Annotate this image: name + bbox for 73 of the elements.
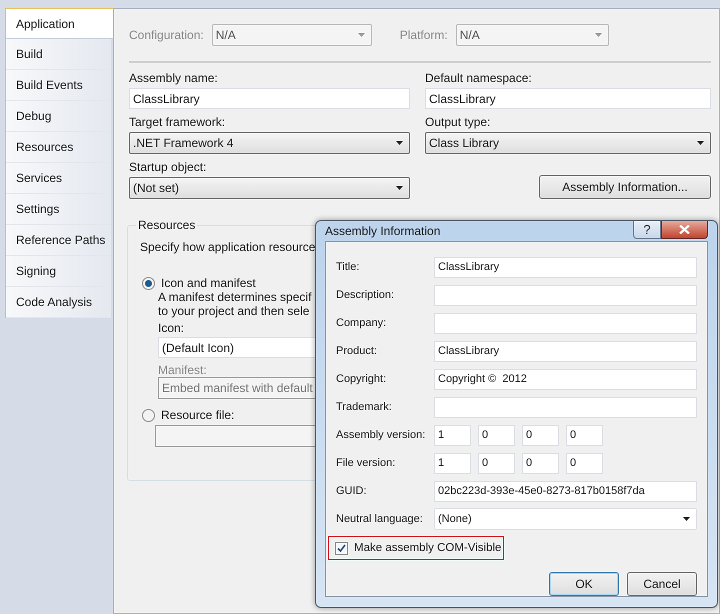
- dialog-button[interactable]: Cancel: [627, 572, 697, 596]
- field-label: Default namespace:: [425, 71, 533, 85]
- field-label: Trademark:: [336, 401, 393, 413]
- text-field[interactable]: ClassLibrary: [434, 340, 697, 362]
- sidebar-tab[interactable]: Reference Paths: [6, 225, 111, 256]
- close-button[interactable]: [661, 221, 708, 239]
- checkbox-label: Make assembly COM-Visible: [354, 542, 502, 554]
- field-label: Assembly name:: [129, 71, 219, 85]
- dropdown-caret-icon: [697, 141, 704, 145]
- text-field[interactable]: 02bc223d-393e-45e0-8273-817b0158f7da: [434, 480, 697, 502]
- text-field[interactable]: [434, 396, 697, 418]
- sidebar-tab[interactable]: Debug: [6, 101, 111, 132]
- dropdown[interactable]: .NET Framework 4: [129, 132, 410, 154]
- sidebar-tab[interactable]: Build Events: [6, 70, 111, 101]
- text-field[interactable]: ClassLibrary: [129, 88, 410, 109]
- checkbox[interactable]: [335, 542, 348, 554]
- version-field[interactable]: 0: [566, 452, 603, 474]
- close-icon: [679, 225, 690, 234]
- text-field[interactable]: [434, 312, 697, 334]
- dropdown-caret-icon: [396, 186, 403, 190]
- dropdown-caret-icon: [396, 141, 403, 145]
- text-field[interactable]: Copyright © 2012: [434, 368, 697, 390]
- field-label: Description:: [336, 289, 396, 301]
- field-label: Title:: [336, 261, 360, 273]
- platform-label: Platform:: [400, 28, 448, 42]
- manifest-label: Manifest:: [158, 363, 207, 377]
- version-field[interactable]: 0: [522, 424, 559, 446]
- version-field[interactable]: 0: [478, 424, 515, 446]
- version-field[interactable]: 1: [434, 452, 471, 474]
- text-field[interactable]: [434, 284, 697, 306]
- radio-label: Resource file:: [161, 408, 234, 422]
- field-label: Assembly version:: [336, 429, 426, 441]
- text-field[interactable]: ClassLibrary: [425, 88, 711, 109]
- radio-button[interactable]: [142, 408, 155, 422]
- icon-label: Icon:: [158, 321, 184, 335]
- field-label: File version:: [336, 457, 396, 469]
- dropdown-caret-icon: [683, 517, 690, 521]
- version-field[interactable]: 0: [478, 452, 515, 474]
- field-label: Startup object:: [129, 160, 208, 174]
- version-field[interactable]: 0: [522, 452, 559, 474]
- radio-label: Icon and manifest: [161, 276, 256, 290]
- field-label: Target framework:: [129, 115, 226, 129]
- radio-button[interactable]: [142, 276, 155, 290]
- sidebar-tab[interactable]: Settings: [6, 194, 111, 225]
- field-label: Product:: [336, 345, 378, 357]
- dropdown[interactable]: Class Library: [425, 132, 711, 154]
- dialog-title: Assembly Information: [325, 224, 440, 238]
- assembly-information-button[interactable]: Assembly Information...: [539, 175, 711, 199]
- sidebar-tab[interactable]: Services: [6, 163, 111, 194]
- sidebar-tab[interactable]: Signing: [6, 256, 111, 287]
- dropdown-caret-icon: [358, 33, 365, 37]
- dropdown[interactable]: (Not set): [129, 177, 410, 199]
- help-button[interactable]: ?: [633, 221, 661, 239]
- sidebar-tab[interactable]: Code Analysis: [6, 287, 111, 318]
- manifest-note: A manifest determines specif: [158, 290, 312, 304]
- sidebar-tab[interactable]: Application: [6, 8, 114, 39]
- text-field[interactable]: ClassLibrary: [434, 256, 697, 278]
- configuration-label: Configuration:: [129, 28, 204, 42]
- version-field[interactable]: 0: [566, 424, 603, 446]
- field-label: Company:: [336, 317, 388, 329]
- resources-description: Specify how application resource: [140, 240, 316, 254]
- sidebar-tab[interactable]: Build: [6, 39, 111, 70]
- dropdown-caret-icon: [594, 33, 602, 37]
- field-label: Copyright:: [336, 373, 388, 385]
- field-label: Neutral language:: [336, 513, 424, 525]
- sidebar-tab[interactable]: Resources: [6, 132, 111, 163]
- manifest-note: to your project and then sele: [158, 304, 310, 318]
- field-label: Output type:: [425, 115, 492, 129]
- dropdown[interactable]: (None): [434, 508, 697, 530]
- group-title: Resources: [136, 218, 198, 232]
- dialog-button[interactable]: OK: [549, 572, 619, 596]
- field-label: GUID:: [336, 485, 368, 497]
- version-field[interactable]: 1: [434, 424, 471, 446]
